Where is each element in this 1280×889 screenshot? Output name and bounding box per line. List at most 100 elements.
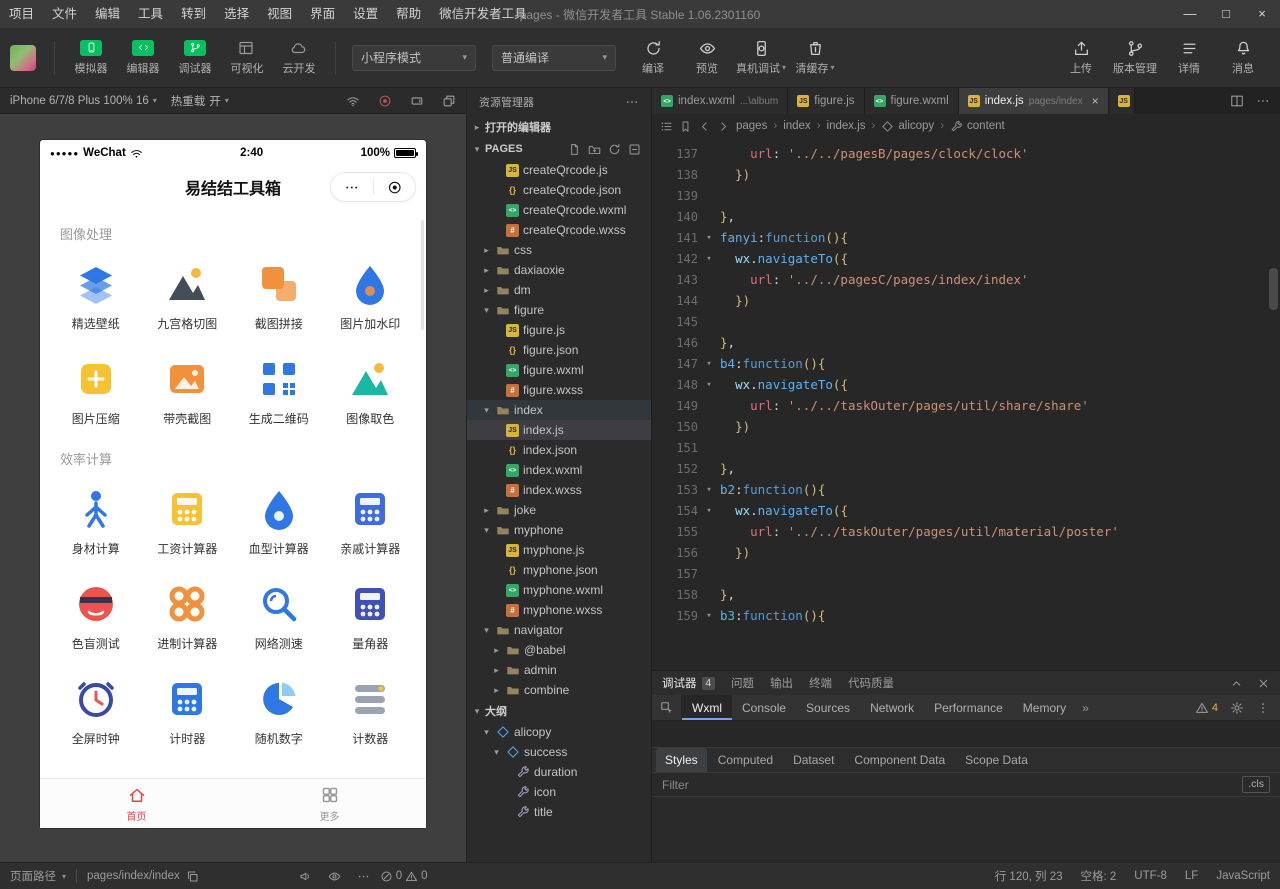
- maximize-button[interactable]: □: [1208, 0, 1244, 28]
- editor-scrollbar[interactable]: [1269, 268, 1278, 310]
- device-selector[interactable]: iPhone 6/7/8 Plus 100% 16 ▾: [10, 95, 157, 107]
- app-身材计算[interactable]: 身材计算: [50, 470, 142, 565]
- forward-icon[interactable]: [717, 120, 730, 133]
- new-folder-icon[interactable]: [588, 143, 601, 156]
- menu-项目[interactable]: 项目: [0, 0, 43, 28]
- minimize-button[interactable]: —: [1172, 0, 1208, 28]
- toolbar-toggle-调试器[interactable]: 调试器: [169, 40, 221, 76]
- panel-tab-代码质量[interactable]: 代码质量: [848, 675, 894, 691]
- more-icon[interactable]: [625, 95, 639, 109]
- panel-tab-问题[interactable]: 问题: [731, 675, 754, 691]
- tree-item-figure.wxss[interactable]: #figure.wxss: [467, 380, 651, 400]
- tree-item-admin[interactable]: ▸admin: [467, 660, 651, 680]
- outline-item-icon[interactable]: icon: [467, 782, 651, 802]
- devtools-tab-Console[interactable]: Console: [732, 695, 796, 720]
- tree-item-myphone.js[interactable]: JSmyphone.js: [467, 540, 651, 560]
- tree-item-index[interactable]: ▾index: [467, 400, 651, 420]
- statusbar-item[interactable]: 行 120, 列 23: [995, 868, 1063, 884]
- editor-tab-figure.js[interactable]: JSfigure.js: [788, 88, 864, 114]
- panel-tab-输出[interactable]: 输出: [770, 675, 793, 691]
- close-icon[interactable]: ×: [1092, 94, 1099, 108]
- statusbar-item[interactable]: LF: [1185, 870, 1198, 882]
- app-网络测速[interactable]: 网络测速: [233, 565, 325, 660]
- app-截图拼接[interactable]: 截图拼接: [233, 245, 325, 340]
- network-icon[interactable]: [346, 94, 360, 108]
- menu-视图[interactable]: 视图: [258, 0, 301, 28]
- app-工资计算器[interactable]: 工资计算器: [142, 470, 234, 565]
- tree-item-myphone.wxml[interactable]: <>myphone.wxml: [467, 580, 651, 600]
- tree-item-myphone.json[interactable]: {}myphone.json: [467, 560, 651, 580]
- outline-icon[interactable]: [660, 120, 673, 133]
- multiwindow-icon[interactable]: [442, 94, 456, 108]
- toolbar-action-上传[interactable]: 上传: [1054, 40, 1108, 76]
- styles-tab-Dataset[interactable]: Dataset: [784, 748, 843, 772]
- close-button[interactable]: ×: [1244, 0, 1280, 28]
- toolbar-action-版本管理[interactable]: 版本管理: [1108, 40, 1162, 76]
- devtools-tab-Performance[interactable]: Performance: [924, 695, 1013, 720]
- app-全屏时钟[interactable]: 全屏时钟: [50, 660, 142, 755]
- toolbar-toggle-云开发[interactable]: 云开发: [273, 40, 325, 76]
- tree-item-joke[interactable]: ▸joke: [467, 500, 651, 520]
- app-带壳截图[interactable]: 带壳截图: [142, 340, 234, 435]
- toolbar-toggle-编辑器[interactable]: 编辑器: [117, 40, 169, 76]
- phone-scrollbar[interactable]: [421, 220, 424, 330]
- back-icon[interactable]: [698, 120, 711, 133]
- tree-item-createQrcode.wxml[interactable]: <>createQrcode.wxml: [467, 200, 651, 220]
- capsule-menu[interactable]: [330, 172, 416, 202]
- outline-item-title[interactable]: title: [467, 802, 651, 822]
- app-计数器[interactable]: 计数器: [325, 660, 417, 755]
- tree-item-daxiaoxie[interactable]: ▸daxiaoxie: [467, 260, 651, 280]
- code-editor[interactable]: 137 url: '../../pagesB/pages/clock/clock…: [652, 138, 1280, 670]
- app-亲戚计算器[interactable]: 亲戚计算器: [325, 470, 417, 565]
- tree-item-createQrcode.wxss[interactable]: #createQrcode.wxss: [467, 220, 651, 240]
- split-icon[interactable]: [1230, 94, 1244, 108]
- tree-item-figure.js[interactable]: JSfigure.js: [467, 320, 651, 340]
- tree-item-index.js[interactable]: JSindex.js: [467, 420, 651, 440]
- tree-item-navigator[interactable]: ▾navigator: [467, 620, 651, 640]
- devtools-tab-Wxml[interactable]: Wxml: [682, 695, 732, 720]
- styles-tab-Computed[interactable]: Computed: [709, 748, 782, 772]
- app-图片加水印[interactable]: 图片加水印: [325, 245, 417, 340]
- statusbar-item[interactable]: 空格: 2: [1081, 868, 1117, 884]
- toolbar-action-编译[interactable]: 编译: [626, 40, 680, 76]
- menu-设置[interactable]: 设置: [344, 0, 387, 28]
- cls-button[interactable]: .cls: [1242, 776, 1270, 793]
- toolbar-action-预览[interactable]: 预览: [680, 40, 734, 76]
- app-量角器[interactable]: 量角器: [325, 565, 417, 660]
- record-icon[interactable]: [378, 94, 392, 108]
- app-计时器[interactable]: 计时器: [142, 660, 234, 755]
- pages-section[interactable]: ▾ PAGES: [467, 138, 651, 160]
- editor-tab-index.js[interactable]: JSindex.jspages/index×: [959, 88, 1109, 114]
- copy-icon[interactable]: [186, 870, 199, 883]
- styles-tab-Styles[interactable]: Styles: [656, 748, 707, 772]
- tree-item-index.wxml[interactable]: <>index.wxml: [467, 460, 651, 480]
- menu-文件[interactable]: 文件: [43, 0, 86, 28]
- phone-tab-更多[interactable]: 更多: [233, 779, 426, 828]
- page-path-selector[interactable]: 页面路径 ▾: [10, 868, 66, 884]
- more-icon[interactable]: [357, 870, 370, 883]
- toolbar-action-清缓存[interactable]: 清缓存▾: [788, 40, 842, 76]
- tree-item-@babel[interactable]: ▸@babel: [467, 640, 651, 660]
- user-avatar[interactable]: [10, 45, 36, 71]
- toolbar-action-详情[interactable]: 详情: [1162, 40, 1216, 76]
- devtools-tab-Sources[interactable]: Sources: [796, 695, 860, 720]
- tree-item-css[interactable]: ▸css: [467, 240, 651, 260]
- menu-界面[interactable]: 界面: [301, 0, 344, 28]
- editor-tab-figure.wxml[interactable]: <>figure.wxml: [865, 88, 959, 114]
- eye-icon[interactable]: [328, 870, 341, 883]
- styles-tab-Component Data[interactable]: Component Data: [845, 748, 954, 772]
- tree-item-index.json[interactable]: {}index.json: [467, 440, 651, 460]
- phone-tab-首页[interactable]: 首页: [40, 779, 233, 828]
- phone-simulator[interactable]: ●●●●● WeChat 2:40 100% 易结结工具箱: [40, 140, 426, 828]
- breadcrumb-item-pages[interactable]: pages: [736, 120, 767, 132]
- chevron-up-icon[interactable]: [1230, 677, 1243, 690]
- inspect-element-button[interactable]: [652, 695, 682, 720]
- panel-tab-终端[interactable]: 终端: [809, 675, 832, 691]
- capsule-more-icon[interactable]: [331, 180, 373, 195]
- toolbar-action-真机调试[interactable]: 真机调试▾: [734, 40, 788, 76]
- mode-select[interactable]: 小程序模式 ▾: [352, 45, 476, 71]
- fold-chevron-icon[interactable]: ▾: [698, 359, 720, 369]
- fold-chevron-icon[interactable]: ▾: [698, 506, 720, 516]
- app-生成二维码[interactable]: 生成二维码: [233, 340, 325, 435]
- rotate-icon[interactable]: [410, 94, 424, 108]
